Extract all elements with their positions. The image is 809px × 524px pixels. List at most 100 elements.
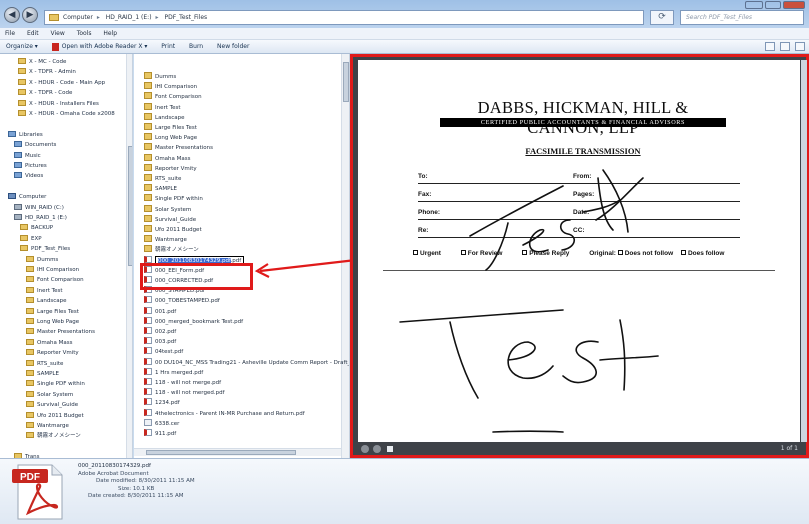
- nav-tree-item[interactable]: Pictures: [14, 162, 47, 171]
- nav-tree-item[interactable]: Computer: [8, 193, 46, 202]
- file-list-item[interactable]: 001.pdf: [144, 306, 176, 317]
- menu-view[interactable]: View: [46, 28, 70, 40]
- nav-tree-item[interactable]: IHI Comparison: [26, 266, 79, 275]
- new-folder-button[interactable]: New folder: [211, 40, 255, 54]
- nav-tree-item[interactable]: RTS_suite: [26, 359, 63, 369]
- nav-tree-item[interactable]: Libraries: [8, 130, 43, 140]
- folder-list-item[interactable]: Inert Test: [144, 102, 181, 113]
- folder-list-item[interactable]: Font Comparison: [144, 92, 202, 102]
- fit-page-icon[interactable]: [387, 446, 393, 452]
- nav-tree-item[interactable]: HD_RAID_1 (E:): [14, 214, 67, 223]
- folder-list-item[interactable]: 朝霧オノメシーン: [144, 245, 199, 255]
- file-list-item[interactable]: 002.pdf: [144, 327, 176, 337]
- nav-tree-item[interactable]: X - HDUR - Installers Files: [18, 99, 99, 109]
- folder-list-item[interactable]: Landscape: [144, 112, 185, 123]
- scrollbar-thumb[interactable]: [801, 60, 807, 442]
- maximize-button[interactable]: [765, 1, 781, 9]
- open-with-button[interactable]: Open with Adobe Reader X ▾: [46, 40, 154, 54]
- file-list-item[interactable]: 003.pdf: [144, 337, 176, 347]
- nav-tree-item[interactable]: Omaha Mass: [26, 338, 73, 348]
- nav-tree-item[interactable]: 朝霧オノメシーン: [26, 432, 81, 441]
- preview-scrollbar[interactable]: [801, 60, 807, 442]
- close-button[interactable]: [783, 1, 805, 9]
- nav-tree-item[interactable]: Solar System: [26, 390, 73, 400]
- nav-tree-item[interactable]: PDF_Test_Files: [20, 245, 70, 254]
- nav-tree-item[interactable]: BACKUP: [20, 224, 53, 233]
- file-list-item[interactable]: 000_TOBESTAMPED.pdf: [144, 296, 220, 306]
- search-input[interactable]: Search PDF_Test_Files: [680, 10, 804, 25]
- nav-tree-item[interactable]: Wantmarge: [26, 422, 69, 431]
- file-list-item[interactable]: 4thelectronics - Parent IN-MR Purchase a…: [144, 408, 305, 419]
- nav-tree-item[interactable]: Inert Test: [26, 286, 63, 296]
- scrollbar-thumb[interactable]: [343, 62, 349, 102]
- crumb-folder[interactable]: PDF_Test_Files: [164, 14, 207, 21]
- folder-list-item[interactable]: SAMPLE: [144, 184, 177, 194]
- menu-edit[interactable]: Edit: [22, 28, 44, 40]
- nav-tree-item[interactable]: SAMPLE: [26, 370, 59, 379]
- folder-list-item[interactable]: Single PDF within: [144, 194, 203, 204]
- forward-button[interactable]: ▶: [22, 7, 38, 23]
- zoom-out-icon[interactable]: [361, 445, 369, 453]
- nav-tree-item[interactable]: Videos: [14, 172, 43, 181]
- minimize-button[interactable]: [745, 1, 763, 9]
- nav-tree-item[interactable]: Reporter Vmity: [26, 349, 79, 358]
- nav-tree-item[interactable]: EXP: [20, 234, 42, 244]
- nav-tree-item[interactable]: X - HDUR - Code - Main App: [18, 78, 105, 88]
- help-icon[interactable]: [795, 42, 805, 51]
- nav-tree-item[interactable]: Dumms: [26, 255, 58, 265]
- nav-tree-item[interactable]: WIN_RAID (C:): [14, 203, 64, 213]
- folder-list-item[interactable]: Solar System: [144, 204, 191, 215]
- folder-list-item[interactable]: Omaha Mass: [144, 153, 191, 164]
- nav-tree-item[interactable]: Master Presentations: [26, 328, 95, 337]
- nav-tree-item[interactable]: X - TDFR - Admin: [18, 68, 76, 77]
- file-list-item[interactable]: 1234.pdf: [144, 398, 180, 408]
- nav-tree-item[interactable]: Large Files Test: [26, 307, 79, 317]
- file-list-item[interactable]: 118 - will not merged.pdf: [144, 388, 225, 398]
- folder-list-item[interactable]: Ufo 2011 Budget: [144, 225, 202, 235]
- nav-tree-item[interactable]: Font Comparison: [26, 276, 84, 285]
- address-bar[interactable]: Computer ▸ HD_RAID_1 (E:) ▸ PDF_Test_Files: [44, 10, 644, 25]
- scrollbar-thumb[interactable]: [146, 450, 296, 455]
- nav-tree-item[interactable]: Survival_Guide: [26, 401, 78, 410]
- folder-list-item[interactable]: RTS_suite: [144, 174, 181, 184]
- print-button[interactable]: Print: [155, 40, 181, 54]
- preview-pane-icon[interactable]: [780, 42, 791, 51]
- menu-file[interactable]: File: [0, 28, 20, 40]
- file-list-item[interactable]: 04test.pdf: [144, 347, 183, 357]
- folder-list-item[interactable]: Dumms: [144, 72, 176, 82]
- folder-list-item[interactable]: Wantmarge: [144, 235, 187, 245]
- nav-tree-item[interactable]: Single PDF within: [26, 380, 85, 389]
- folder-list-item[interactable]: Reporter Vmity: [144, 163, 197, 174]
- folder-list-item[interactable]: Large Files Test: [144, 123, 197, 133]
- folder-list-item[interactable]: Master Presentations: [144, 143, 213, 153]
- menu-tools[interactable]: Tools: [72, 28, 97, 40]
- zoom-in-icon[interactable]: [373, 445, 381, 453]
- file-list-item[interactable]: 000_merged_bookmark Test.pdf: [144, 316, 243, 327]
- view-options-icon[interactable]: [765, 42, 776, 51]
- file-list-item[interactable]: 6338.cer: [144, 418, 179, 429]
- refresh-button[interactable]: ⟳: [650, 10, 674, 25]
- horizontal-scrollbar[interactable]: [134, 448, 341, 456]
- navigation-scrollbar[interactable]: [126, 54, 132, 458]
- file-list-item[interactable]: 118 - will not merge.pdf: [144, 378, 221, 388]
- folder-list-item[interactable]: Long Web Page: [144, 133, 197, 143]
- scrollbar-thumb[interactable]: [128, 146, 132, 266]
- nav-tree-item[interactable]: X - MC - Code: [18, 58, 66, 67]
- nav-tree-item[interactable]: Landscape: [26, 297, 67, 306]
- back-button[interactable]: ◀: [4, 7, 20, 23]
- nav-tree-item[interactable]: X - HDUR - Omaha Code x2008: [18, 110, 115, 119]
- file-list-item[interactable]: 1 Hrs merged.pdf: [144, 367, 203, 378]
- menu-help[interactable]: Help: [98, 28, 122, 40]
- folder-list-item[interactable]: IHI Comparison: [144, 82, 197, 92]
- folder-list-item[interactable]: Survival_Guide: [144, 214, 196, 225]
- nav-tree-item[interactable]: Music: [14, 151, 41, 161]
- crumb-computer[interactable]: Computer: [63, 14, 93, 21]
- nav-tree-item[interactable]: X - TDFR - Code: [18, 89, 72, 98]
- crumb-drive[interactable]: HD_RAID_1 (E:): [106, 14, 152, 21]
- nav-tree-item[interactable]: Long Web Page: [26, 318, 79, 327]
- nav-tree-item[interactable]: Ufo 2011 Budget: [26, 411, 84, 421]
- nav-tree-item[interactable]: Documents: [14, 141, 56, 150]
- file-list-item[interactable]: 00 DU104_NC_MSS Trading21 - Asheville Up…: [144, 357, 349, 368]
- organize-button[interactable]: Organize ▾: [0, 40, 44, 54]
- file-list-item[interactable]: 911.pdf: [144, 429, 176, 439]
